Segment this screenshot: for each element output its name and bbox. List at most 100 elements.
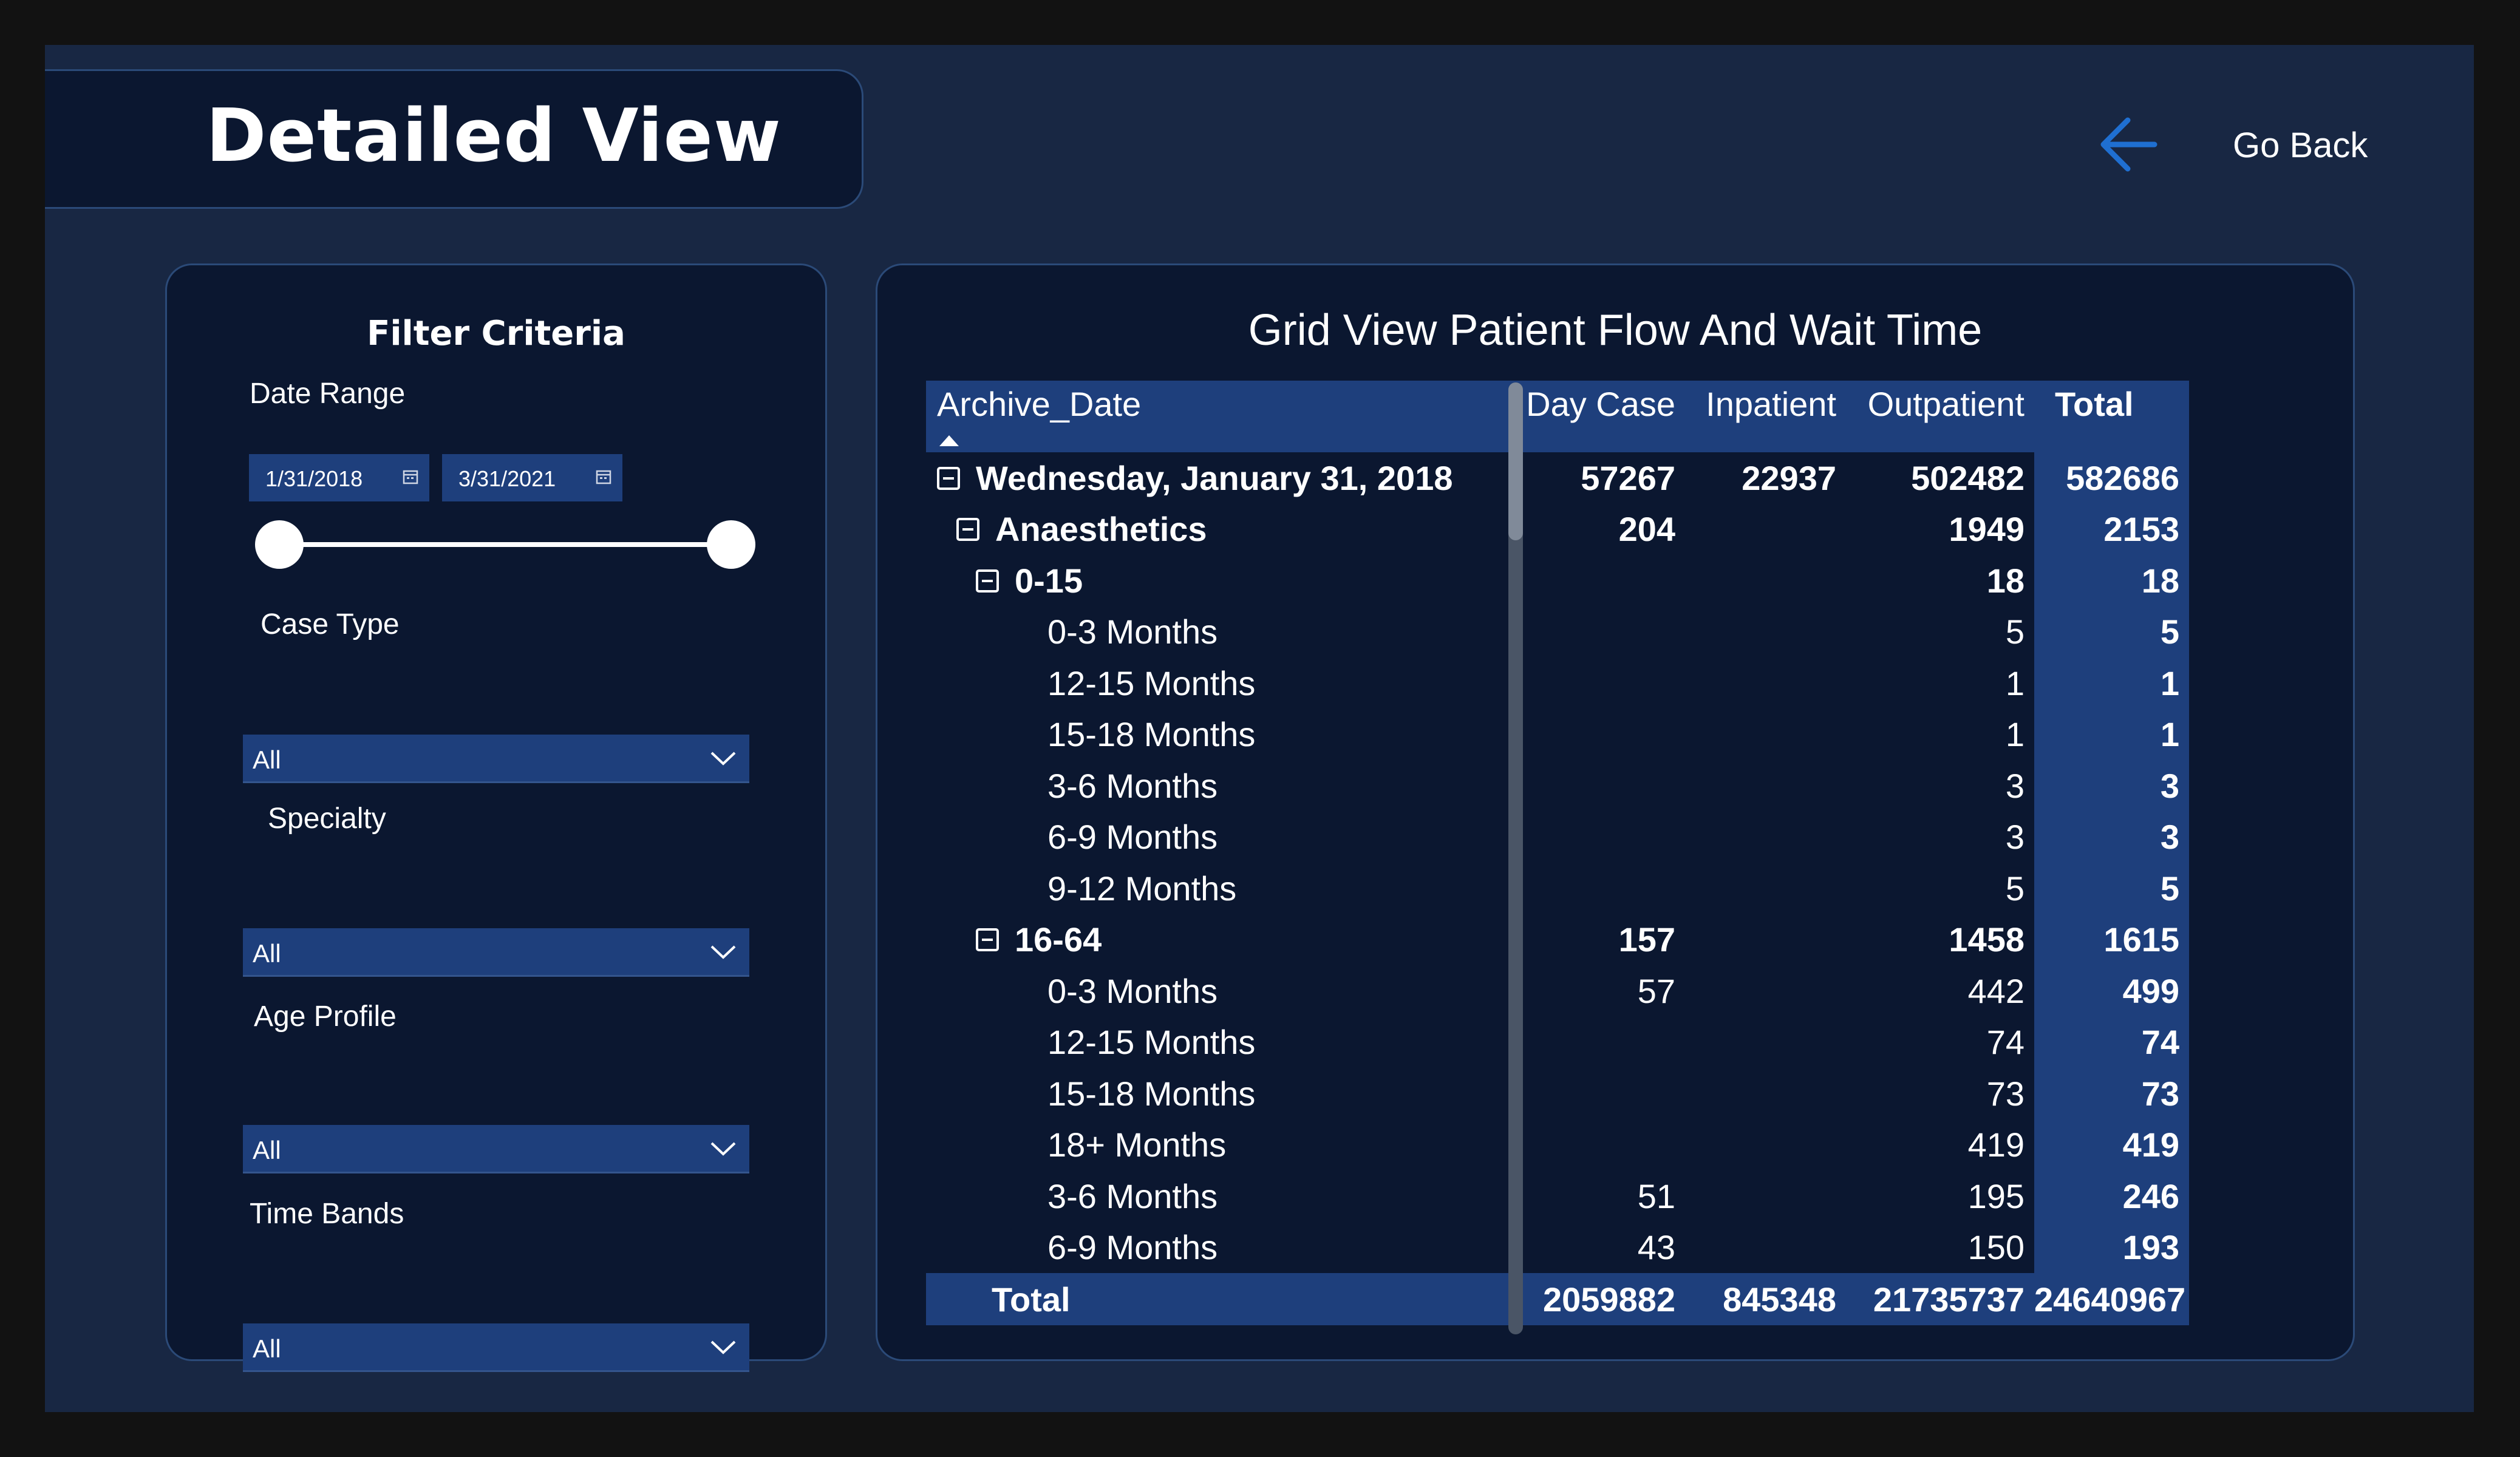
inpatient-cell [1685,1119,1846,1171]
total-cell: 1615 [2034,914,2189,965]
row-label: Anaesthetics [995,510,1207,549]
case-type-dropdown[interactable]: All [243,735,749,783]
inpatient-cell [1685,1222,1846,1274]
case-type-value: All [253,745,281,774]
column-header-day-case[interactable]: Day Case [1521,381,1685,452]
grand-total-row: Total 2059882 845348 21735737 24640967 [926,1273,2189,1325]
collapse-minus-icon[interactable] [976,928,999,952]
day-case-cell [1521,1119,1685,1171]
table-row: 12-15 Months 1 1 [926,657,2189,709]
column-header-total[interactable]: Total [2034,381,2189,452]
inpatient-cell [1685,555,1846,606]
outpatient-cell: 3 [2005,818,2025,857]
table-body: Wednesday, January 31, 2018 57267 22937 502… [926,452,2189,1273]
outpatient-cell: 1 [2005,664,2025,702]
day-case-cell [1521,1017,1685,1068]
scrollbar-thumb[interactable] [1508,382,1523,540]
sort-ascending-icon[interactable] [939,435,959,446]
outpatient-cell: 5 [2005,869,2025,908]
table-row: 15-18 Months 1 1 [926,708,2189,761]
inpatient-cell [1685,1017,1846,1068]
time-bands-label: Time Bands [250,1198,404,1230]
report-canvas: Detailed View Go Back Filter Criteria Da… [45,45,2474,1412]
row-label: 3-6 Months [1047,1177,1218,1215]
outpatient-cell: 1949 [1949,510,2025,549]
matrix-table-container[interactable]: Archive_Date Day Case Inpatient Outpatie… [926,381,2189,1331]
specialty-label: Specialty [268,803,386,835]
day-case-cell: 57267 [1581,458,1675,497]
outpatient-cell: 1458 [1949,920,2025,959]
day-case-cell [1521,863,1685,914]
column-header-archive-date[interactable]: Archive_Date [926,381,1521,452]
date-range-slider-track[interactable] [279,542,731,547]
grand-total-outpatient: 21735737 [1846,1273,2034,1325]
collapse-minus-icon[interactable] [937,466,960,490]
row-label: 6-9 Months [1047,1228,1218,1267]
group-row: 16-64 157 1458 1615 [926,914,2189,966]
matrix-table: Archive_Date Day Case Inpatient Outpatie… [926,381,2189,1325]
row-label: Wednesday, January 31, 2018 [976,458,1453,497]
row-label-cell: 6-9 Months [926,812,1521,863]
outpatient-cell: 3 [2005,766,2025,805]
time-bands-dropdown[interactable]: All [243,1323,749,1372]
row-label-cell: 16-64 [926,914,1521,966]
inpatient-cell [1685,504,1846,555]
row-label: 9-12 Months [1047,869,1237,908]
table-row: 0-3 Months 5 5 [926,606,2189,658]
row-label-cell: 0-15 [926,555,1521,606]
day-case-cell [1521,606,1685,658]
specialty-dropdown[interactable]: All [243,928,749,977]
row-label: 18+ Months [1047,1126,1227,1164]
chevron-down-icon [710,752,736,766]
grand-total-inpatient: 845348 [1685,1273,1846,1325]
column-header-inpatient[interactable]: Inpatient [1685,381,1846,452]
row-label: 12-15 Months [1047,664,1256,702]
group-row: Anaesthetics 204 1949 2153 [926,503,2189,555]
column-header-outpatient[interactable]: Outpatient [1846,381,2034,452]
date-range-start-handle[interactable] [255,520,304,569]
table-row: 0-3 Months 57 442 499 [926,965,2189,1017]
row-label: 0-3 Months [1047,613,1218,651]
day-case-cell: 204 [1618,510,1675,549]
group-row: Wednesday, January 31, 2018 57267 22937 502… [926,452,2189,504]
column-header-label: Archive_Date [937,385,1142,423]
calendar-icon[interactable] [596,469,611,484]
total-cell: 193 [2034,1221,2189,1273]
date-end-input[interactable]: 3/31/2021 [442,454,622,501]
day-case-cell [1521,812,1685,863]
total-cell: 246 [2034,1170,2189,1222]
table-header-row: Archive_Date Day Case Inpatient Outpatie… [926,381,2189,452]
title-banner: Detailed View [45,69,863,209]
row-label: 12-15 Months [1047,1023,1256,1062]
total-cell: 3 [2034,760,2189,812]
total-cell: 2153 [2034,503,2189,555]
inpatient-cell [1685,863,1846,914]
total-cell: 1 [2034,708,2189,760]
collapse-minus-icon[interactable] [976,569,999,593]
day-case-cell [1521,709,1685,761]
calendar-icon[interactable] [403,469,418,484]
row-label-cell: 15-18 Months [926,709,1521,761]
inpatient-cell [1685,812,1846,863]
table-scrollbar[interactable] [1508,382,1523,1334]
outpatient-cell: 18 [1986,561,2025,600]
row-label: 15-18 Months [1047,715,1256,754]
go-back-button[interactable]: Go Back [2091,106,2368,185]
date-range-end-handle[interactable] [707,520,755,569]
filter-panel-title: Filter Criteria [367,314,625,353]
day-case-cell [1521,1068,1685,1119]
collapse-minus-icon[interactable] [956,518,979,542]
date-start-input[interactable]: 1/31/2018 [249,454,429,501]
table-row: 15-18 Months 73 73 [926,1068,2189,1119]
day-case-cell [1521,657,1685,709]
row-label-cell: 3-6 Months [926,760,1521,812]
age-profile-dropdown[interactable]: All [243,1125,749,1173]
row-label-cell: Anaesthetics [926,504,1521,555]
row-label-cell: 9-12 Months [926,863,1521,914]
row-label-cell: 3-6 Months [926,1170,1521,1222]
row-label-cell: 6-9 Months [926,1222,1521,1274]
table-row: 6-9 Months 3 3 [926,811,2189,863]
inpatient-cell [1685,1170,1846,1222]
inpatient-cell: 22937 [1742,458,1836,497]
row-label: 6-9 Months [1047,818,1218,857]
